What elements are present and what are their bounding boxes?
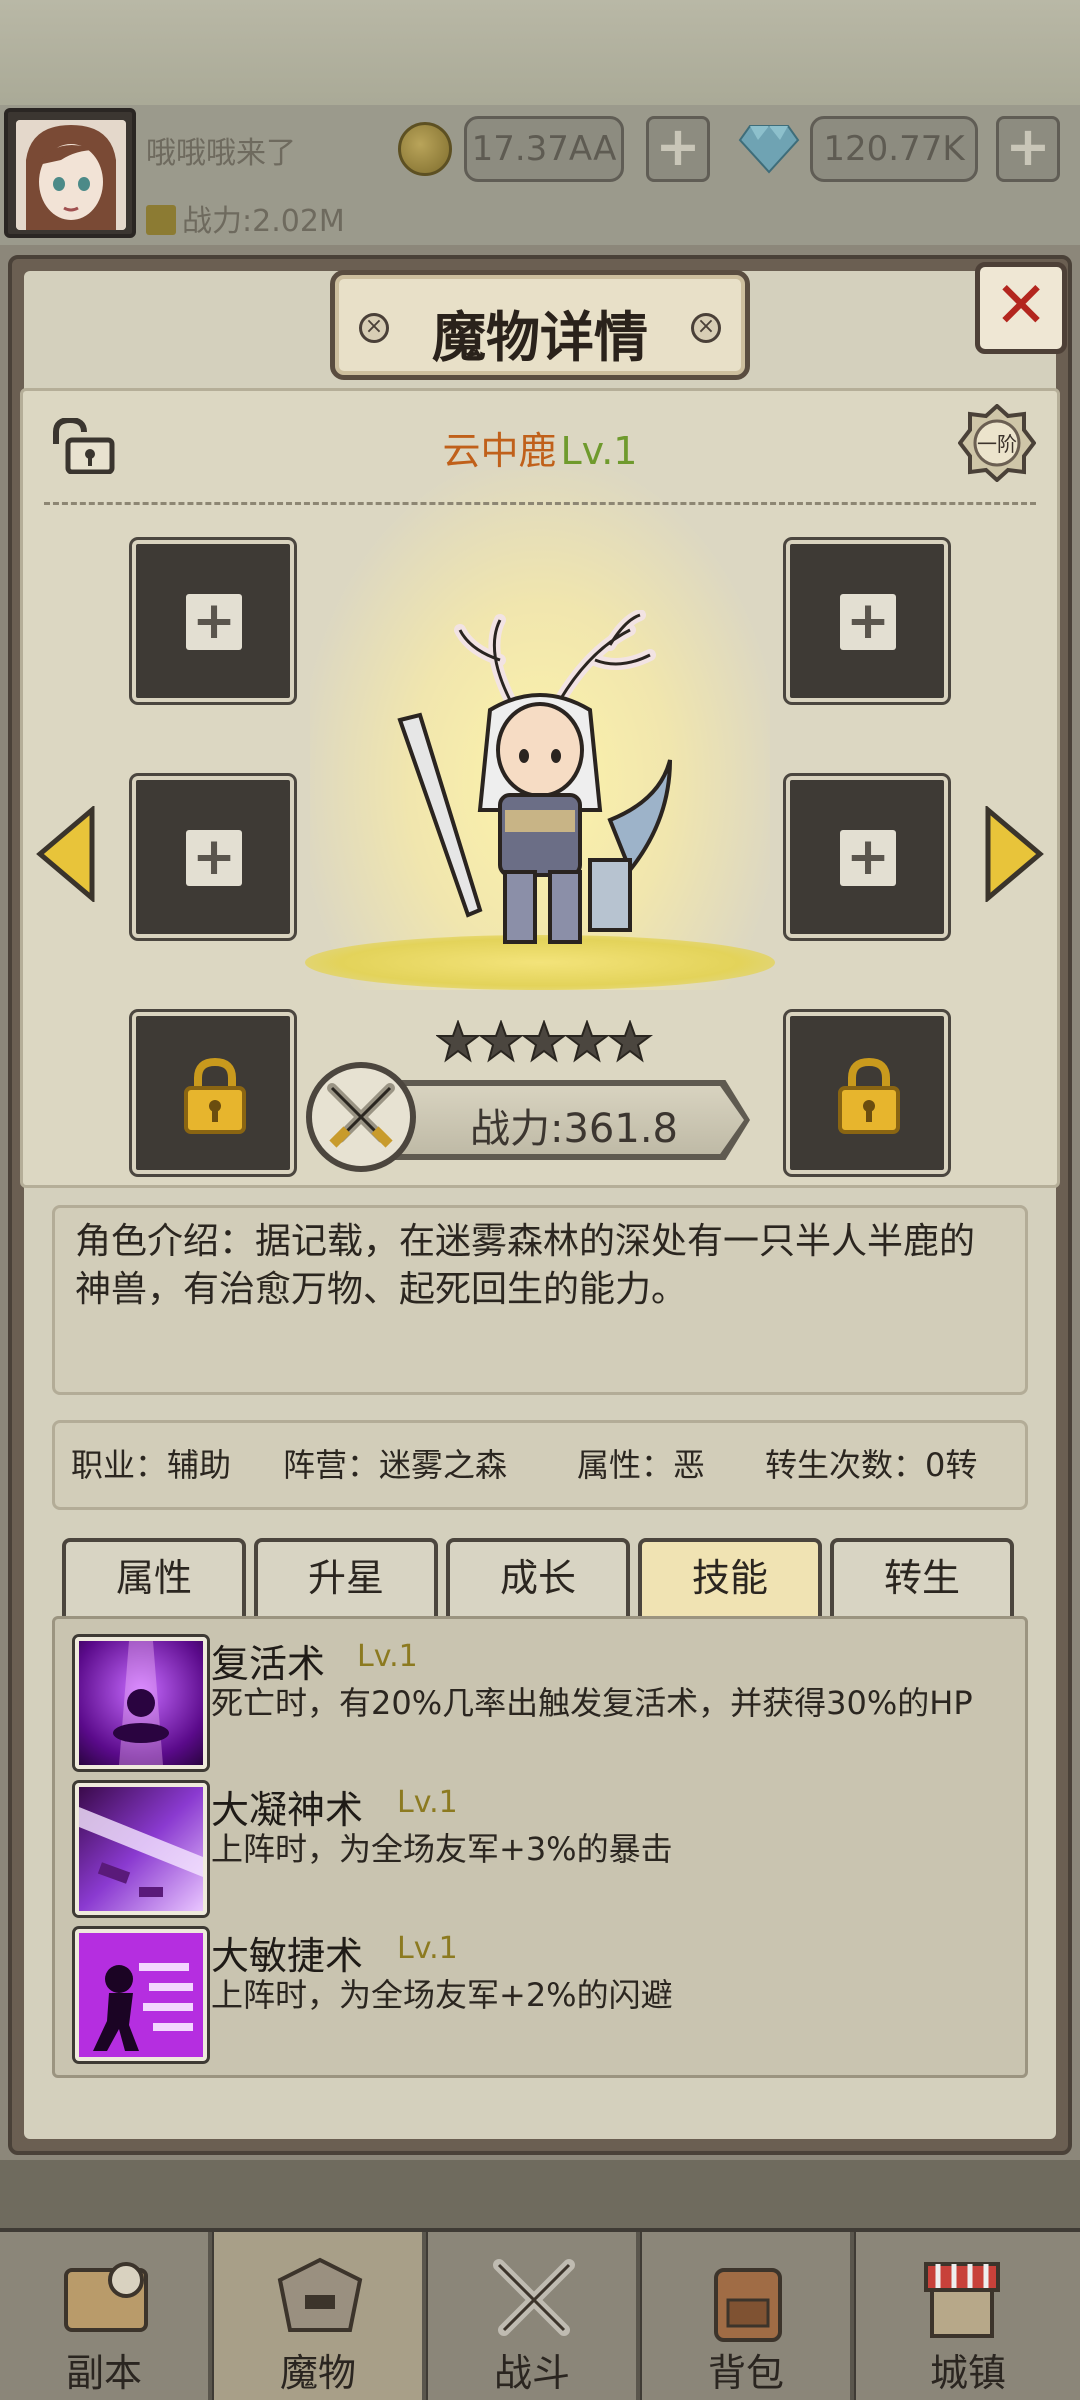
panel-title: 魔物详情 [432, 306, 648, 369]
gold-coin-icon [398, 122, 452, 176]
skill-description: 死亡时，有20%几率出触发复活术，并获得30%的HP [211, 1684, 973, 1722]
add-equip-icon: + [840, 830, 896, 886]
player-power-text: 战力:2.02M [182, 204, 345, 239]
close-button[interactable]: ✕ [975, 262, 1067, 354]
nav-dungeon[interactable]: 副本 [0, 2232, 212, 2400]
background-top [0, 0, 1080, 110]
next-arrow-icon[interactable] [984, 806, 1044, 902]
add-diamond-button[interactable]: + [996, 116, 1060, 182]
add-gold-button[interactable]: + [646, 116, 710, 182]
background-band [0, 2160, 1080, 2230]
equip-slot-locked-1[interactable] [132, 1012, 294, 1174]
star-icon [436, 1020, 481, 1063]
monster-name-text: 云中鹿 [442, 429, 557, 473]
nav-label: 战斗 [493, 2351, 570, 2395]
tab-star-up[interactable]: 升星 [254, 1538, 438, 1618]
title-plate: × 魔物详情 × [330, 270, 750, 380]
gold-amount: 17.37AA [464, 116, 624, 182]
nav-label: 城镇 [929, 2351, 1006, 2395]
add-equip-icon: + [186, 830, 242, 886]
skill-name: 大敏捷术 [211, 1934, 364, 1978]
equip-slot-1[interactable]: + [132, 540, 294, 702]
nav-label: 副本 [65, 2351, 142, 2395]
skills-list: 复活术 Lv.1 死亡时，有20%几率出触发复活术，并获得30%的HP 大凝神术… [52, 1616, 1028, 2078]
monster-level: Lv.1 [560, 429, 638, 473]
title-ornament-right-icon: × [691, 313, 721, 343]
diamond-icon [738, 125, 800, 174]
padlock-icon [184, 1057, 246, 1134]
monster-name: 云中鹿 Lv.1 [0, 420, 1080, 475]
tab-skills[interactable]: 技能 [638, 1538, 822, 1618]
equip-slot-2[interactable]: + [786, 540, 948, 702]
nav-battle[interactable]: 战斗 [428, 2232, 640, 2400]
nav-label: 魔物 [279, 2351, 356, 2395]
star-icon [564, 1020, 610, 1063]
skill-name: 复活术 [211, 1642, 326, 1686]
nav-monster[interactable]: 魔物 [214, 2232, 426, 2400]
revive-skill-icon[interactable] [75, 1637, 207, 1769]
skill-description: 上阵时，为全场友军+3%的暴击 [211, 1830, 673, 1868]
skill-description: 上阵时，为全场友军+2%的闪避 [211, 1976, 673, 2014]
equip-slot-4[interactable]: + [786, 776, 948, 938]
skill-level: Lv.1 [397, 1931, 458, 1966]
crossed-swords-icon [493, 2259, 575, 2336]
avatar-portrait [16, 120, 126, 230]
star-icon [478, 1020, 524, 1063]
tab-growth[interactable]: 成长 [446, 1538, 630, 1618]
attribute-label: 属性：恶 [577, 1446, 706, 1484]
job-label: 职业：辅助 [71, 1446, 232, 1484]
divider [44, 502, 1036, 505]
player-name: 哦哦哦来了 [146, 136, 296, 171]
nav-label: 背包 [707, 2351, 784, 2395]
tab-attributes[interactable]: 属性 [62, 1538, 246, 1618]
tab-rebirth[interactable]: 转生 [830, 1538, 1014, 1618]
shop-icon [924, 2262, 1000, 2338]
equip-slot-locked-2[interactable] [786, 1012, 948, 1174]
previous-arrow-icon[interactable] [36, 806, 96, 902]
skill-level: Lv.1 [397, 1785, 458, 1820]
camp-label: 阵营：迷雾之森 [283, 1446, 508, 1484]
nav-town[interactable]: 城镇 [856, 2232, 1080, 2400]
focus-skill-icon[interactable] [75, 1783, 207, 1915]
monster-power: 战力:361.8 [470, 1106, 678, 1152]
backpack-icon [714, 2268, 782, 2342]
crossed-swords-icon [306, 1062, 416, 1172]
map-icon [64, 2262, 148, 2332]
nav-backpack[interactable]: 背包 [642, 2232, 854, 2400]
monster-description: 角色介绍：据记载，在迷雾森林的深处有一只半人半鹿的神兽，有治愈万物、起死回生的能… [52, 1205, 1028, 1395]
star-icon [607, 1020, 653, 1063]
tier-label: 一阶 [977, 432, 1017, 456]
diamond-amount: 120.77K [810, 116, 978, 182]
star-icon [521, 1020, 567, 1063]
rebirth-label: 转生次数：0转 [765, 1446, 978, 1484]
skill-level: Lv.1 [357, 1639, 418, 1674]
skill-name: 大凝神术 [211, 1788, 364, 1832]
player-avatar[interactable] [4, 108, 136, 238]
padlock-icon [838, 1057, 900, 1134]
monster-helmet-icon [277, 2257, 363, 2332]
power-icon [146, 205, 176, 235]
star-rating [436, 1020, 653, 1063]
add-equip-icon: + [840, 594, 896, 650]
equip-slot-3[interactable]: + [132, 776, 294, 938]
player-power: 战力:2.02M [146, 196, 345, 240]
agility-skill-icon[interactable] [75, 1929, 207, 2061]
monster-character-sprite [397, 610, 672, 944]
monster-info-bar: 职业：辅助 阵营：迷雾之森 属性：恶 转生次数：0转 [52, 1420, 1028, 1510]
add-equip-icon: + [186, 594, 242, 650]
